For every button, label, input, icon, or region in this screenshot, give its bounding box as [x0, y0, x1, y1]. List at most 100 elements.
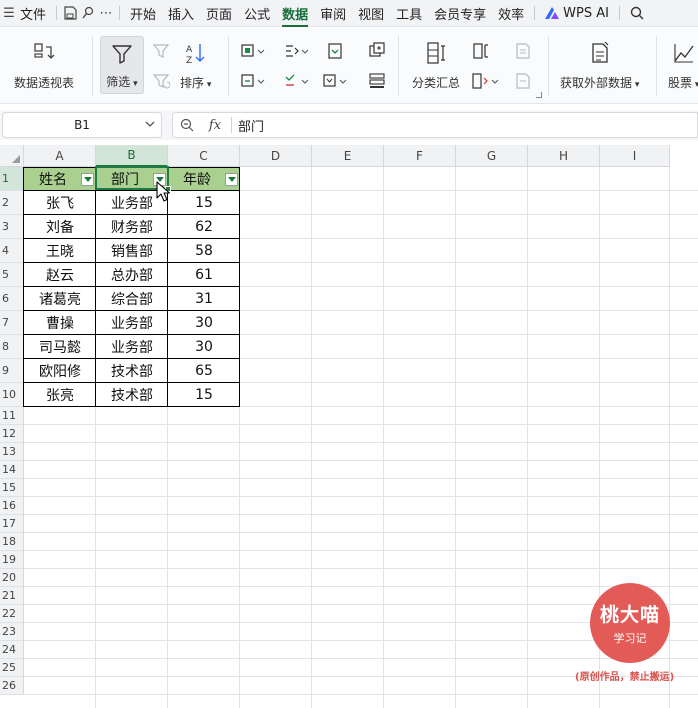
table-cell[interactable]: 61	[168, 263, 240, 287]
row-header-8[interactable]: 8	[0, 335, 24, 359]
save-icon[interactable]	[61, 0, 79, 27]
insert-function-icon[interactable]: fx	[201, 118, 229, 133]
tab-member[interactable]: 会员专享	[428, 0, 492, 27]
row-header-22[interactable]: 22	[0, 605, 24, 623]
table-cell[interactable]: 58	[168, 239, 240, 263]
table-cell[interactable]: 张亮	[24, 383, 96, 407]
row-header-5[interactable]: 5	[0, 263, 24, 287]
row-header-23[interactable]: 23	[0, 623, 24, 641]
table-cell[interactable]: 65	[168, 359, 240, 383]
column-header-b[interactable]: B	[96, 145, 168, 167]
table-cell[interactable]: 技术部	[96, 359, 168, 383]
tab-view[interactable]: 视图	[352, 0, 390, 27]
column-header-g[interactable]: G	[456, 145, 528, 167]
table-cell[interactable]: 欧阳修	[24, 359, 96, 383]
duplicate-highlight-icon[interactable]	[238, 40, 268, 62]
row-header-11[interactable]: 11	[0, 407, 24, 425]
table-cell[interactable]: 财务部	[96, 215, 168, 239]
table-cell[interactable]: 30	[168, 335, 240, 359]
formula-input[interactable]: fx 部门	[172, 112, 698, 138]
table-cell[interactable]: 诸葛亮	[24, 287, 96, 311]
table-cell[interactable]: 15	[168, 191, 240, 215]
row-header-12[interactable]: 12	[0, 425, 24, 443]
filter-button[interactable]: 筛选 ▾	[100, 36, 144, 94]
tab-formula[interactable]: 公式	[238, 0, 276, 27]
row-header-10[interactable]: 10	[0, 383, 24, 407]
tab-insert[interactable]: 插入	[162, 0, 200, 27]
column-header-e[interactable]: E	[312, 145, 384, 167]
table-cell[interactable]: 31	[168, 287, 240, 311]
table-cell[interactable]: 业务部	[96, 311, 168, 335]
tab-home[interactable]: 开始	[124, 0, 162, 27]
row-header-19[interactable]: 19	[0, 551, 24, 569]
row-header-13[interactable]: 13	[0, 443, 24, 461]
table-cell[interactable]: 30	[168, 311, 240, 335]
reapply-filter-icon[interactable]	[146, 70, 176, 92]
row-header-9[interactable]: 9	[0, 359, 24, 383]
get-external-data-button[interactable]: 获取外部数据 ▾	[560, 40, 639, 91]
ungroup-icon[interactable]	[470, 70, 500, 92]
column-header-d[interactable]: D	[240, 145, 312, 167]
table-cell[interactable]: 销售部	[96, 239, 168, 263]
remove-duplicates-icon[interactable]	[238, 70, 268, 92]
table-cell[interactable]: 62	[168, 215, 240, 239]
row-header-26[interactable]: 26	[0, 677, 24, 695]
row-header-15[interactable]: 15	[0, 479, 24, 497]
table-cell[interactable]: 业务部	[96, 335, 168, 359]
table-cell[interactable]: 张飞	[24, 191, 96, 215]
validation-icon[interactable]	[282, 70, 312, 92]
row-header-24[interactable]: 24	[0, 641, 24, 659]
zoom-icon[interactable]	[173, 118, 201, 132]
formula-content[interactable]: 部门	[238, 116, 264, 135]
more-icon[interactable]: ⋯	[97, 0, 115, 27]
stock-button[interactable]: 股票 ▾	[668, 40, 698, 91]
hamburger-icon[interactable]: ☰	[0, 0, 18, 27]
table-cell[interactable]: 15	[168, 383, 240, 407]
name-box[interactable]: B1	[2, 112, 162, 138]
split-column-icon[interactable]	[282, 40, 312, 62]
column-header-i[interactable]: I	[600, 145, 670, 167]
select-all-corner[interactable]	[0, 145, 24, 167]
records-icon[interactable]	[362, 70, 392, 92]
clear-filter-icon[interactable]	[146, 40, 176, 62]
row-header-6[interactable]: 6	[0, 287, 24, 311]
column-header-f[interactable]: F	[384, 145, 456, 167]
subtotal-button[interactable]: 分类汇总	[412, 40, 460, 91]
filter-dropdown-icon[interactable]	[225, 173, 238, 186]
tab-review[interactable]: 审阅	[314, 0, 352, 27]
table-cell[interactable]: 司马懿	[24, 335, 96, 359]
format-painter-icon[interactable]	[79, 0, 97, 27]
row-header-2[interactable]: 2	[0, 191, 24, 215]
dialog-launcher-icon[interactable]	[536, 92, 542, 98]
tab-data[interactable]: 数据	[276, 0, 314, 27]
table-cell[interactable]: 刘备	[24, 215, 96, 239]
consolidate-icon[interactable]	[362, 40, 392, 62]
row-header-7[interactable]: 7	[0, 311, 24, 335]
search-icon[interactable]	[628, 0, 646, 27]
fill-icon[interactable]	[320, 40, 350, 62]
row-header-16[interactable]: 16	[0, 497, 24, 515]
table-cell[interactable]: 总办部	[96, 263, 168, 287]
tab-page[interactable]: 页面	[200, 0, 238, 27]
chevron-down-icon[interactable]	[145, 119, 155, 132]
row-header-1[interactable]: 1	[0, 167, 24, 191]
sort-button[interactable]: AZ 排序 ▾	[180, 40, 211, 91]
row-header-25[interactable]: 25	[0, 659, 24, 677]
table-cell[interactable]: 技术部	[96, 383, 168, 407]
table-cell[interactable]: 曹操	[24, 311, 96, 335]
table-cell[interactable]: 综合部	[96, 287, 168, 311]
pivot-table-button[interactable]: 数据透视表	[14, 40, 74, 91]
tab-tools[interactable]: 工具	[390, 0, 428, 27]
column-header-c[interactable]: C	[168, 145, 240, 167]
row-header-20[interactable]: 20	[0, 569, 24, 587]
row-header-18[interactable]: 18	[0, 533, 24, 551]
wps-ai-button[interactable]: WPS AI	[539, 0, 615, 27]
row-header-3[interactable]: 3	[0, 215, 24, 239]
row-header-17[interactable]: 17	[0, 515, 24, 533]
dropdown-list-icon[interactable]	[320, 70, 350, 92]
column-header-a[interactable]: A	[24, 145, 96, 167]
menu-file[interactable]: 文件	[18, 0, 52, 27]
row-header-14[interactable]: 14	[0, 461, 24, 479]
table-cell[interactable]: 赵云	[24, 263, 96, 287]
row-header-21[interactable]: 21	[0, 587, 24, 605]
